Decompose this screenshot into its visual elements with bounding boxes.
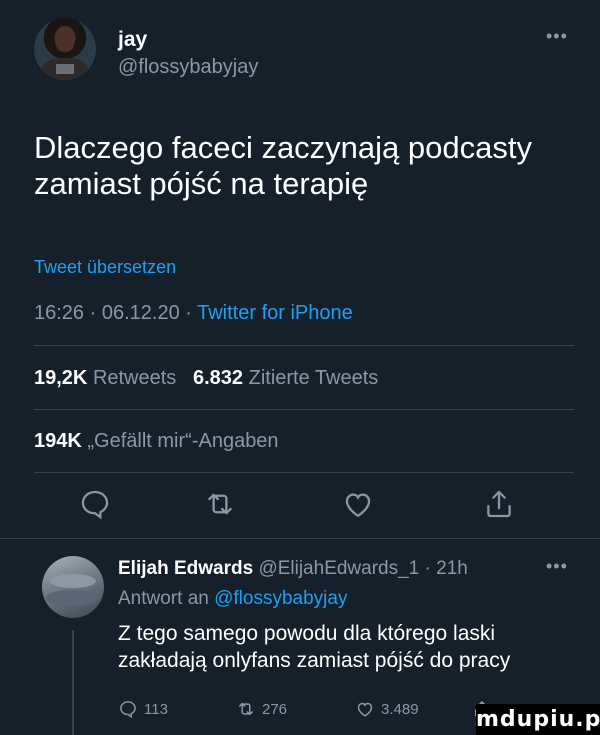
more-dots-icon[interactable]: ••• [546, 556, 568, 577]
author-avatar[interactable] [34, 18, 96, 80]
quotes-count: 6.832 [192, 367, 244, 389]
reply-likes-button[interactable]: 3.489 [355, 697, 419, 721]
retweets-count: 19,2K [34, 367, 88, 389]
reply-header: Elijah Edwards @ElijahEdwards_1 · 21h [118, 558, 468, 580]
retweet-stats[interactable]: 19,2K Retweets 6.832 Zitierte Tweets [34, 367, 378, 390]
meta-separator: · [179, 302, 198, 324]
author-handle[interactable]: @flossybabyjay [118, 56, 258, 79]
more-dots-icon[interactable]: ••• [546, 26, 568, 47]
tweet-source-link[interactable]: Twitter for iPhone [197, 302, 353, 324]
reply-retweets-button[interactable]: 276 [236, 697, 287, 721]
like-icon[interactable] [341, 487, 375, 521]
meta-separator: · [84, 302, 102, 324]
thread-line [72, 630, 74, 735]
tweet-text: Dlaczego faceci zaczynają podcasty zamia… [34, 130, 532, 201]
avatar-shirt-print [56, 64, 74, 74]
tweet-meta: 16:26 · 06.12.20 · Twitter for iPhone [34, 302, 353, 325]
reply-author-handle[interactable]: @ElijahEdwards_1 [258, 558, 419, 579]
reply-time[interactable]: 21h [436, 558, 468, 579]
author-name[interactable]: jay [118, 28, 147, 52]
retweet-icon[interactable] [203, 487, 237, 521]
reply-to-line: Antwort an @flossybabyjay [118, 588, 347, 610]
avatar-fabric [46, 590, 98, 606]
avatar-fabric [50, 574, 96, 588]
reply-text: Z tego samego powodu dla którego laski z… [118, 622, 511, 672]
reply-icon[interactable] [78, 487, 112, 521]
reply-author-name[interactable]: Elijah Edwards [118, 558, 253, 579]
avatar-face [55, 26, 75, 52]
reply-to-mention[interactable]: @flossybabyjay [214, 588, 347, 609]
likes-count: 3.489 [381, 700, 419, 718]
retweet-icon [239, 702, 253, 716]
reply-author-avatar[interactable] [42, 556, 104, 618]
likes-stats[interactable]: 194K „Gefällt mir“-Angaben [34, 430, 279, 453]
retweets-count: 276 [262, 700, 288, 718]
reply-icon [120, 701, 136, 719]
divider [34, 472, 574, 473]
reply-replies-button[interactable]: 113 [118, 697, 168, 721]
retweets-label: Retweets [92, 367, 177, 389]
reply-to-prefix: Antwort an [118, 588, 209, 609]
tweet-time: 16:26 [34, 302, 85, 324]
tweet-date: 06.12.20 [101, 302, 180, 324]
site-watermark: mdupiu.pl [476, 704, 600, 735]
likes-count: 194K [34, 430, 82, 452]
translate-tweet-link[interactable]: Tweet übersetzen [34, 257, 176, 278]
meta-separator: · [419, 558, 437, 579]
replies-count: 113 [144, 700, 168, 718]
likes-label: „Gefällt mir“-Angaben [87, 430, 279, 452]
share-icon[interactable] [482, 487, 516, 521]
quotes-label: Zitierte Tweets [248, 367, 379, 389]
divider [34, 345, 574, 346]
like-icon [357, 702, 373, 717]
divider [0, 538, 600, 539]
divider [34, 409, 574, 410]
